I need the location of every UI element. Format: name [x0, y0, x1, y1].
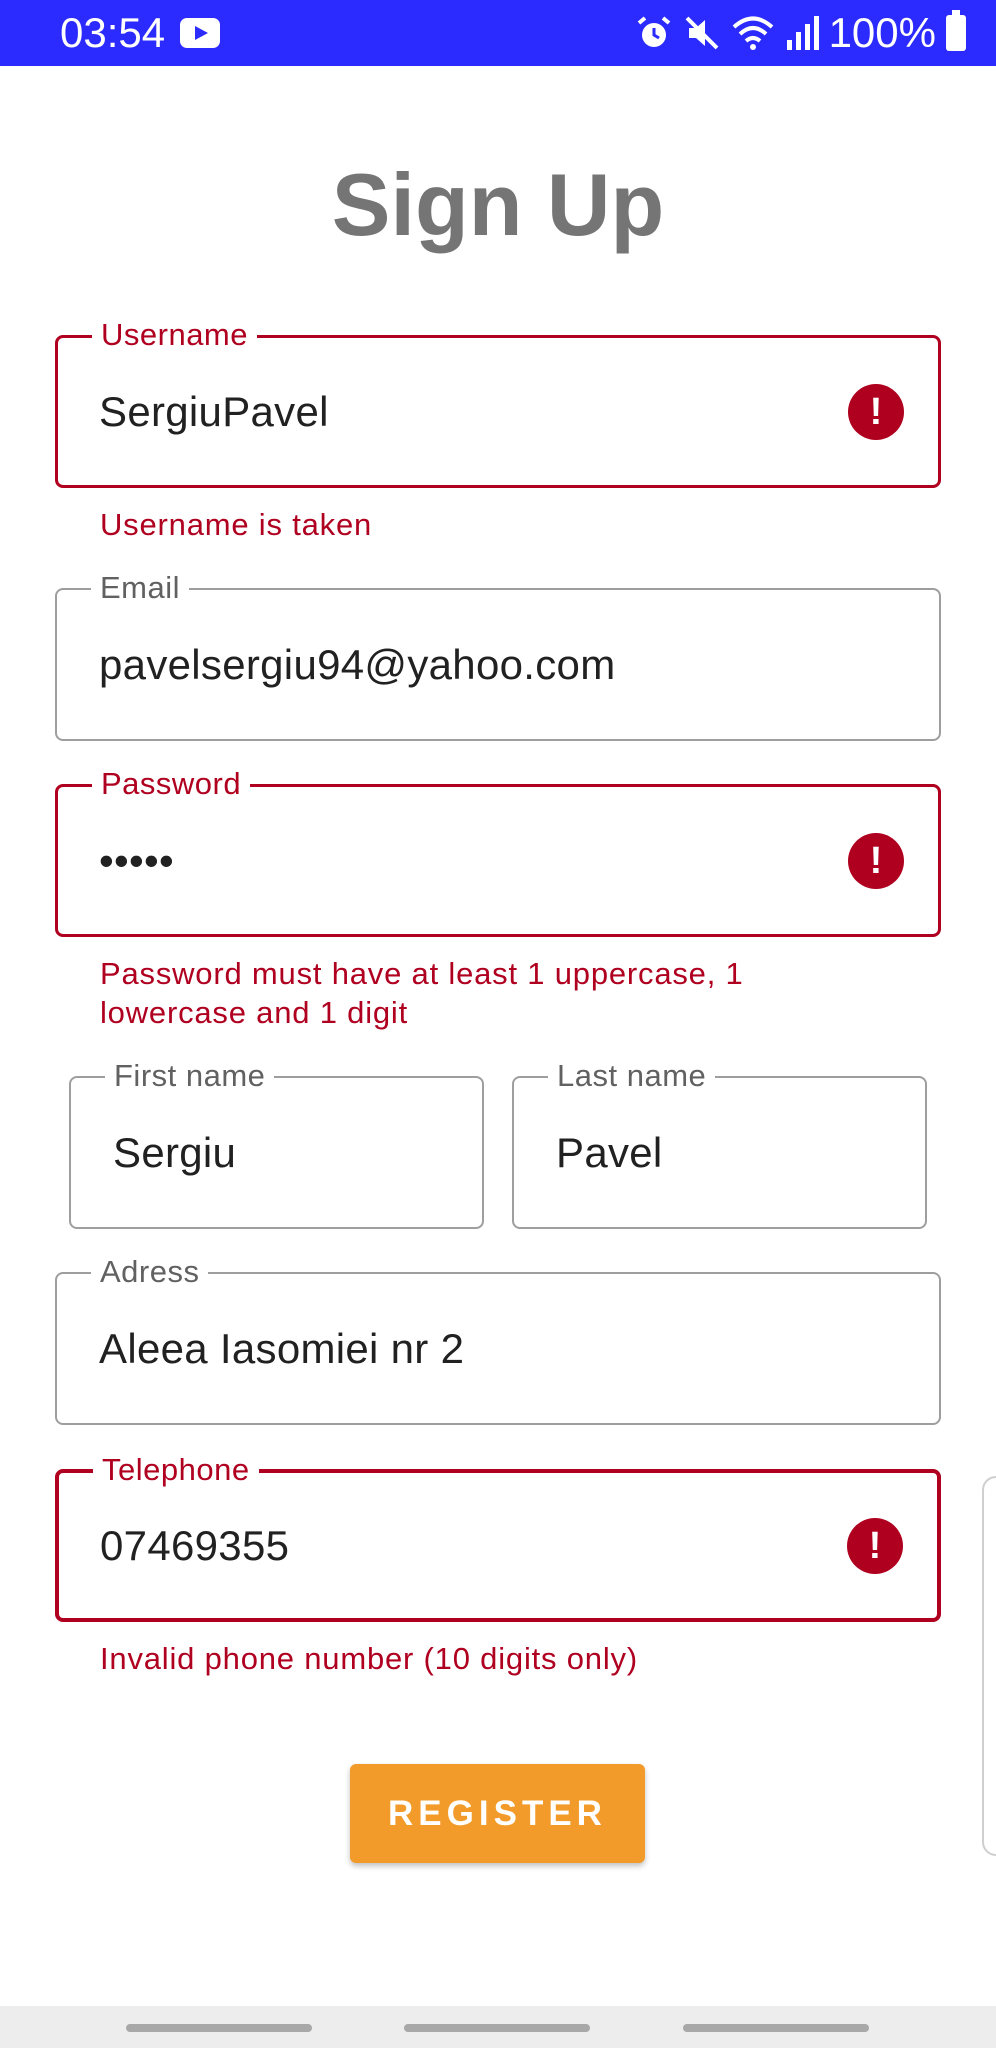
- battery-icon: [946, 10, 966, 51]
- edge-panel-handle[interactable]: [982, 1476, 996, 1856]
- battery-percent: 100%: [828, 9, 936, 56]
- nav-home-pill[interactable]: [404, 2024, 590, 2032]
- address-field[interactable]: Adress Aleea Iasomiei nr 2: [55, 1255, 941, 1425]
- alarm-icon: [637, 16, 670, 47]
- error-icon: !: [848, 832, 904, 889]
- page-title: Sign Up: [331, 155, 665, 254]
- first-name-input[interactable]: Sergiu: [113, 1078, 236, 1227]
- telephone-error-text: Invalid phone number (10 digits only): [100, 1641, 638, 1676]
- password-error-text: Password must have at least 1 uppercase,…: [100, 956, 744, 1030]
- nav-back-pill[interactable]: [683, 2024, 869, 2032]
- username-error-text: Username is taken: [100, 507, 373, 542]
- status-icons: 100%: [635, 8, 966, 58]
- username-input[interactable]: SergiuPavel: [99, 338, 329, 485]
- nav-recents-pill[interactable]: [126, 2024, 312, 2032]
- username-field[interactable]: Username SergiuPavel !: [55, 318, 941, 488]
- mute-icon: [685, 16, 718, 50]
- last-name-input[interactable]: Pavel: [556, 1078, 663, 1227]
- status-bar: 03:54 100%: [0, 0, 996, 66]
- last-name-field[interactable]: Last name Pavel: [512, 1059, 927, 1229]
- navigation-bar: [0, 2006, 996, 2048]
- status-time: 03:54: [60, 9, 166, 56]
- error-icon: !: [847, 1517, 903, 1574]
- password-field[interactable]: Password ••••• !: [55, 767, 941, 937]
- password-input[interactable]: •••••: [99, 787, 174, 934]
- address-input[interactable]: Aleea Iasomiei nr 2: [99, 1274, 464, 1423]
- wifi-icon: [732, 16, 773, 50]
- youtube-icon: [180, 18, 220, 48]
- telephone-input[interactable]: 07469355: [100, 1473, 289, 1618]
- first-name-field[interactable]: First name Sergiu: [69, 1059, 484, 1229]
- email-input[interactable]: pavelsergiu94@yahoo.com: [99, 590, 616, 739]
- error-icon: !: [848, 383, 904, 440]
- signal-icon: [786, 16, 819, 50]
- register-button[interactable]: REGISTER: [350, 1764, 645, 1863]
- email-field[interactable]: Email pavelsergiu94@yahoo.com: [55, 571, 941, 741]
- telephone-field[interactable]: Telephone 07469355 !: [55, 1453, 941, 1622]
